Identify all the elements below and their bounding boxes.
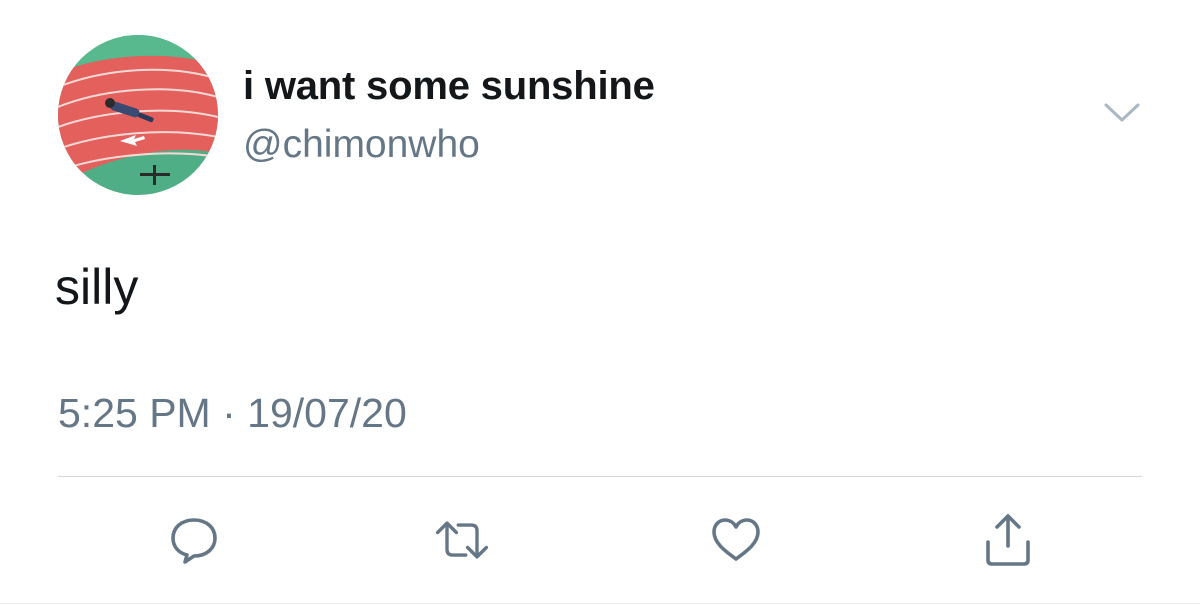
avatar-image — [58, 35, 218, 195]
tweet-time: 5:25 PM — [58, 390, 211, 436]
divider — [58, 476, 1142, 477]
chevron-down-icon[interactable] — [1102, 100, 1142, 126]
tweet-date: 19/07/20 — [247, 390, 407, 436]
display-name[interactable]: i want some sunshine — [243, 64, 655, 109]
tweet-card: i want some sunshine @chimonwho silly 5:… — [0, 0, 1200, 606]
user-handle[interactable]: @chimonwho — [243, 123, 480, 167]
tweet-text: silly — [55, 259, 139, 315]
tweet-timestamp[interactable]: 5:25 PM · 19/07/20 — [58, 390, 407, 437]
share-button[interactable] — [978, 510, 1038, 570]
timestamp-separator: · — [222, 390, 236, 436]
bottom-divider — [0, 603, 1200, 604]
heart-icon — [712, 518, 760, 561]
like-button[interactable] — [706, 510, 766, 570]
retweet-button[interactable] — [432, 510, 492, 570]
share-upload-icon — [986, 514, 1030, 566]
speech-bubble-icon — [171, 518, 217, 564]
reply-button[interactable] — [164, 510, 224, 570]
retweet-arrows-icon — [435, 521, 489, 559]
avatar[interactable] — [58, 35, 218, 195]
